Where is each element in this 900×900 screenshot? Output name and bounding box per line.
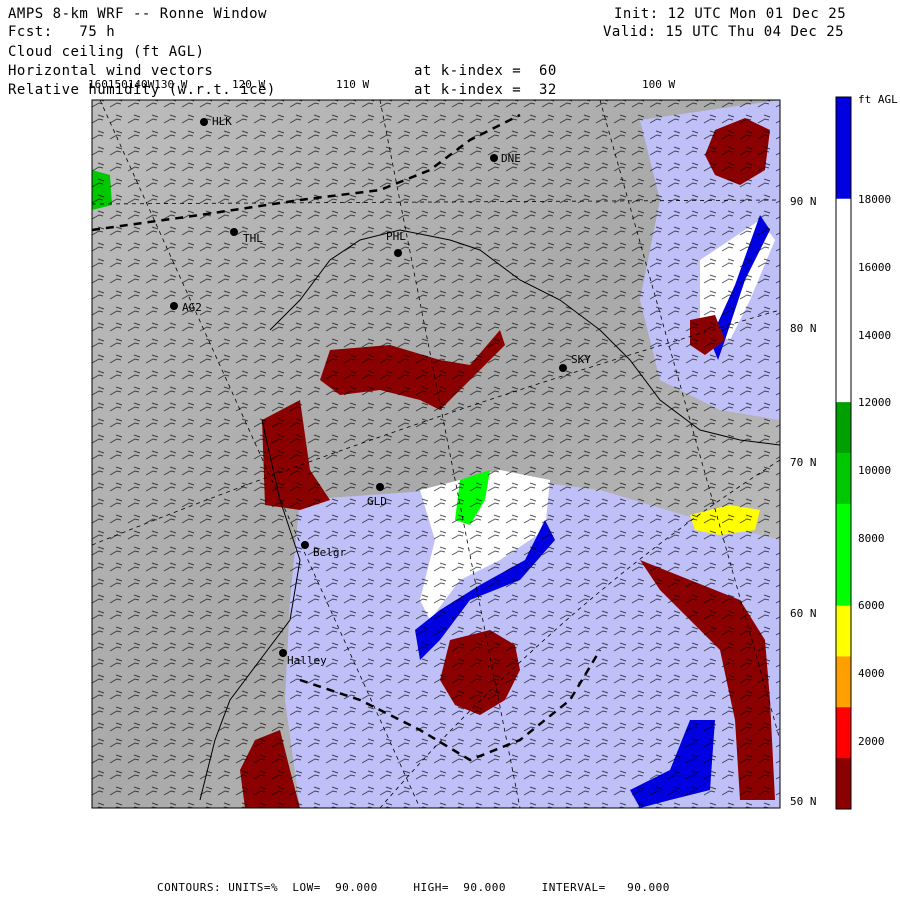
colorbar-segment: [836, 453, 851, 505]
colorbar-segment: [836, 605, 851, 657]
station-label-phl: PHL: [386, 230, 406, 243]
station-dot-thl: [230, 228, 238, 236]
contour-info: CONTOURS: UNITS=% LOW= 90.000 HIGH= 90.0…: [157, 881, 670, 894]
colorbar-label-18000: 18000: [858, 193, 892, 206]
station-dot-belgr: [301, 541, 309, 549]
wind-vectors: [92, 100, 780, 808]
colorbar-segment: [836, 554, 851, 607]
colorbar: [836, 97, 851, 810]
lat-label-70n: 70 N: [790, 456, 817, 469]
colorbar-label-6000: 6000: [858, 599, 885, 612]
map-fields: [92, 100, 780, 808]
station-label-sky: SKY: [571, 353, 591, 366]
colorbar-segment: [836, 147, 851, 200]
lon-label-120: 120 W: [232, 78, 266, 91]
colorbar-segment: [836, 758, 851, 810]
colorbar-segment: [836, 351, 851, 403]
station-dot-gld: [376, 483, 384, 491]
station-dot-dne: [490, 154, 498, 162]
colorbar-label-10000: 10000: [858, 464, 892, 477]
station-label-halley: Halley: [287, 654, 327, 667]
station-label-hlk: HLK: [212, 115, 232, 128]
colorbar-label-2000: 2000: [858, 735, 885, 748]
station-label-thl: THL: [243, 232, 263, 245]
lat-label-80n: 80 N: [790, 322, 817, 335]
lat-label-90n: 90 N: [790, 195, 817, 208]
map-canvas: [91, 96, 852, 810]
lon-label-100: 100 W: [642, 78, 676, 91]
colorbar-segment: [836, 656, 851, 708]
colorbar-segment: [836, 707, 851, 759]
station-label-belgr: Belgr: [313, 546, 347, 559]
station-dot-hlk: [200, 118, 208, 126]
station-dot-halley: [279, 649, 287, 657]
station-dot-phl: [394, 249, 402, 257]
station-label-ag2: AG2: [182, 301, 202, 314]
colorbar-label-16000: 16000: [858, 261, 892, 274]
colorbar-label-14000: 14000: [858, 329, 892, 342]
colorbar-segment: [836, 503, 851, 556]
colorbar-label-4000: 4000: [858, 667, 885, 680]
lon-label-160-130: 160150140W130 W: [88, 78, 188, 91]
colorbar-segment: [836, 249, 851, 301]
colorbar-segment: [836, 97, 851, 149]
lat-label-60n: 60 N: [790, 607, 817, 620]
lat-label-50n: 50 N: [790, 795, 817, 808]
colorbar-segment: [836, 300, 851, 352]
colorbar-label-8000: 8000: [858, 532, 885, 545]
colorbar-unit: ft AGL: [858, 93, 898, 106]
station-label-gld: GLD: [367, 495, 387, 508]
colorbar-label-12000: 12000: [858, 396, 892, 409]
station-dot-sky: [559, 364, 567, 372]
station-dot-ag2: [170, 302, 178, 310]
colorbar-segment: [836, 402, 851, 454]
station-label-dne: DNE: [501, 152, 521, 165]
lon-label-110: 110 W: [336, 78, 370, 91]
colorbar-segment: [836, 198, 851, 251]
